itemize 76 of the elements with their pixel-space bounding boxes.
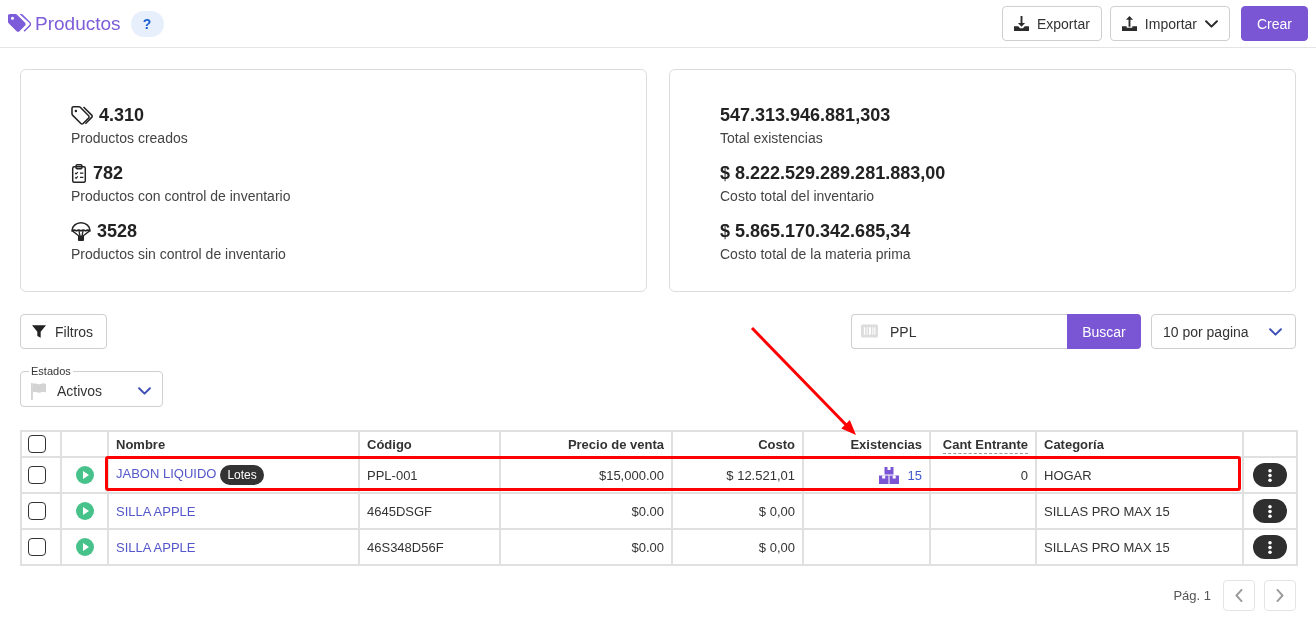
select-all-checkbox[interactable] (28, 435, 46, 453)
actions-button[interactable] (1253, 463, 1287, 487)
flag-icon (31, 382, 46, 400)
product-link[interactable]: JABON LIQUIDO (116, 466, 217, 482)
stat-label: Costo total del inventario (720, 187, 875, 206)
stock-link[interactable]: 15 (907, 467, 922, 483)
column-header: Costo (672, 431, 803, 457)
help-button[interactable]: ? (130, 10, 164, 37)
lots-badge: Lotes (220, 465, 264, 485)
import-button[interactable]: Importar (1109, 6, 1230, 41)
table-cell: HOGAR (1036, 457, 1243, 493)
row-checkbox[interactable] (28, 502, 46, 520)
tags-icon (8, 14, 31, 33)
product-link[interactable]: SILLA APPLE (116, 539, 196, 555)
stat-label: Productos sin control de inventario (71, 245, 286, 264)
chevron-down-icon (1269, 327, 1282, 336)
filter-button[interactable]: Filtros (20, 314, 108, 349)
stat-label: Total existencias (720, 129, 823, 148)
table-cell: SILLAS PRO MAX 15 (1036, 493, 1243, 529)
vertical-dots-icon (1268, 468, 1272, 482)
column-header: Nombre (108, 431, 359, 457)
stat-value: $ 5.865.170.342.685,34 (720, 220, 911, 243)
previous-page-button[interactable] (1223, 580, 1255, 611)
tags-icon (71, 105, 93, 125)
table-cell: $0.00 (500, 529, 672, 565)
row-checkbox[interactable] (28, 538, 46, 556)
download-icon (1013, 16, 1029, 31)
stat-value: 782 (93, 162, 124, 185)
column-header: Existencias (803, 431, 930, 457)
stat-value: 4.310 (99, 104, 145, 127)
status-label: Estados (30, 365, 72, 378)
table-cell: $0.00 (500, 493, 672, 529)
stat-label: Costo total de la materia prima (720, 245, 911, 264)
boxes-icon (878, 466, 899, 484)
table-cell: $ 0,00 (672, 493, 803, 529)
search-button[interactable]: Buscar (1067, 314, 1141, 349)
vertical-dots-icon (1268, 504, 1272, 518)
chevron-left-icon (1235, 589, 1243, 602)
page-label: Pág. 1 (1173, 588, 1211, 603)
table-cell: $15,000.00 (500, 457, 672, 493)
stat-value: 3528 (97, 220, 138, 243)
column-header: Código (359, 431, 500, 457)
create-button[interactable]: Crear (1241, 6, 1308, 41)
table-cell: SILLAS PRO MAX 15 (1036, 529, 1243, 565)
table-cell: $ 12.521,01 (672, 457, 803, 493)
table-cell: 4645DSGF (359, 493, 500, 529)
barcode-icon (861, 324, 878, 338)
stat-label: Productos creados (71, 129, 188, 148)
filter-icon (32, 325, 46, 338)
next-page-button[interactable] (1264, 580, 1296, 611)
vertical-dots-icon (1268, 540, 1272, 554)
actions-button[interactable] (1253, 535, 1287, 559)
chevron-down-icon (1205, 19, 1218, 28)
product-link[interactable]: SILLA APPLE (116, 503, 196, 519)
clipboard-icon (71, 163, 87, 183)
actions-button[interactable] (1253, 499, 1287, 523)
page-title: Productos (35, 12, 121, 35)
stat-value: $ 8.222.529.289.281.883,00 (720, 162, 946, 185)
page-size-select[interactable]: 10 por pagina (1151, 314, 1296, 349)
table-cell: 46S348D56F (359, 529, 500, 565)
table-cell: $ 0,00 (672, 529, 803, 565)
row-checkbox[interactable] (28, 466, 46, 484)
parachute-icon (71, 221, 91, 241)
chevron-right-icon (1276, 589, 1284, 602)
stat-label: Productos con control de inventario (71, 187, 291, 206)
export-button[interactable]: Exportar (1001, 6, 1102, 41)
column-header: Cant Entrante (930, 431, 1036, 457)
status-select[interactable]: Estados Activos (20, 365, 163, 407)
column-header: Precio de venta (500, 431, 672, 457)
search-field[interactable]: PPL (851, 314, 1067, 349)
upload-icon (1121, 16, 1137, 31)
stat-value: 547.313.946.881,303 (720, 104, 891, 127)
table-cell: 0 (930, 457, 1036, 493)
chevron-down-icon (138, 387, 151, 395)
table-cell: PPL-001 (359, 457, 500, 493)
column-header: Categoría (1036, 431, 1243, 457)
